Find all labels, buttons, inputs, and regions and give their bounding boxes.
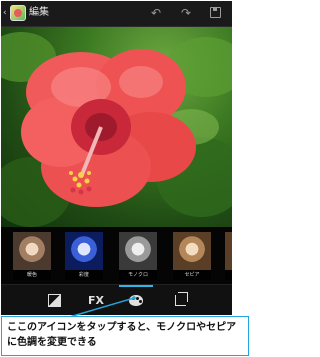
exposure-icon[interactable] bbox=[45, 289, 65, 313]
redo-icon[interactable]: ↷ bbox=[177, 5, 195, 21]
chevron-left-icon[interactable]: ‹ bbox=[3, 7, 7, 19]
filter-thumb-warm[interactable]: 暖色 bbox=[13, 232, 51, 280]
caption-box: ここのアイコンをタップすると、モノクロやセピアに色調を変更できる bbox=[1, 316, 249, 356]
gallery-icon[interactable] bbox=[10, 5, 26, 21]
photo-preview bbox=[1, 27, 232, 227]
phone-screen: ‹ 編集 ↶ ↷ 暖色 彩度 モノクロ セピア FX bbox=[1, 1, 232, 315]
filter-filmstrip: 暖色 彩度 モノクロ セピア ネ bbox=[1, 227, 232, 284]
filter-thumb-sepia[interactable]: セピア bbox=[173, 232, 211, 280]
filter-preview bbox=[119, 232, 157, 270]
save-icon[interactable] bbox=[207, 5, 225, 21]
filter-preview bbox=[13, 232, 51, 270]
undo-icon[interactable]: ↶ bbox=[147, 5, 165, 21]
filter-preview bbox=[65, 232, 103, 270]
filter-thumb-mono[interactable]: モノクロ bbox=[119, 232, 157, 280]
filter-label: ネ bbox=[225, 270, 232, 280]
editor-toolbar: FX bbox=[1, 284, 232, 315]
page-title: 編集 bbox=[29, 7, 49, 18]
filter-label: セピア bbox=[173, 270, 211, 280]
filter-thumb-saturation[interactable]: 彩度 bbox=[65, 232, 103, 280]
crop-icon[interactable] bbox=[170, 289, 192, 313]
hibiscus-photo bbox=[1, 32, 232, 227]
active-tab-indicator bbox=[119, 285, 153, 287]
action-bar: ‹ 編集 ↶ ↷ bbox=[1, 1, 232, 27]
filter-label: モノクロ bbox=[119, 270, 157, 280]
filter-preview bbox=[225, 232, 232, 270]
fx-button[interactable]: FX bbox=[84, 289, 108, 313]
filter-label: 彩度 bbox=[65, 270, 103, 280]
palette-icon[interactable] bbox=[125, 289, 147, 313]
filter-preview bbox=[173, 232, 211, 270]
filter-thumb-partial[interactable]: ネ bbox=[225, 232, 232, 280]
filter-label: 暖色 bbox=[13, 270, 51, 280]
